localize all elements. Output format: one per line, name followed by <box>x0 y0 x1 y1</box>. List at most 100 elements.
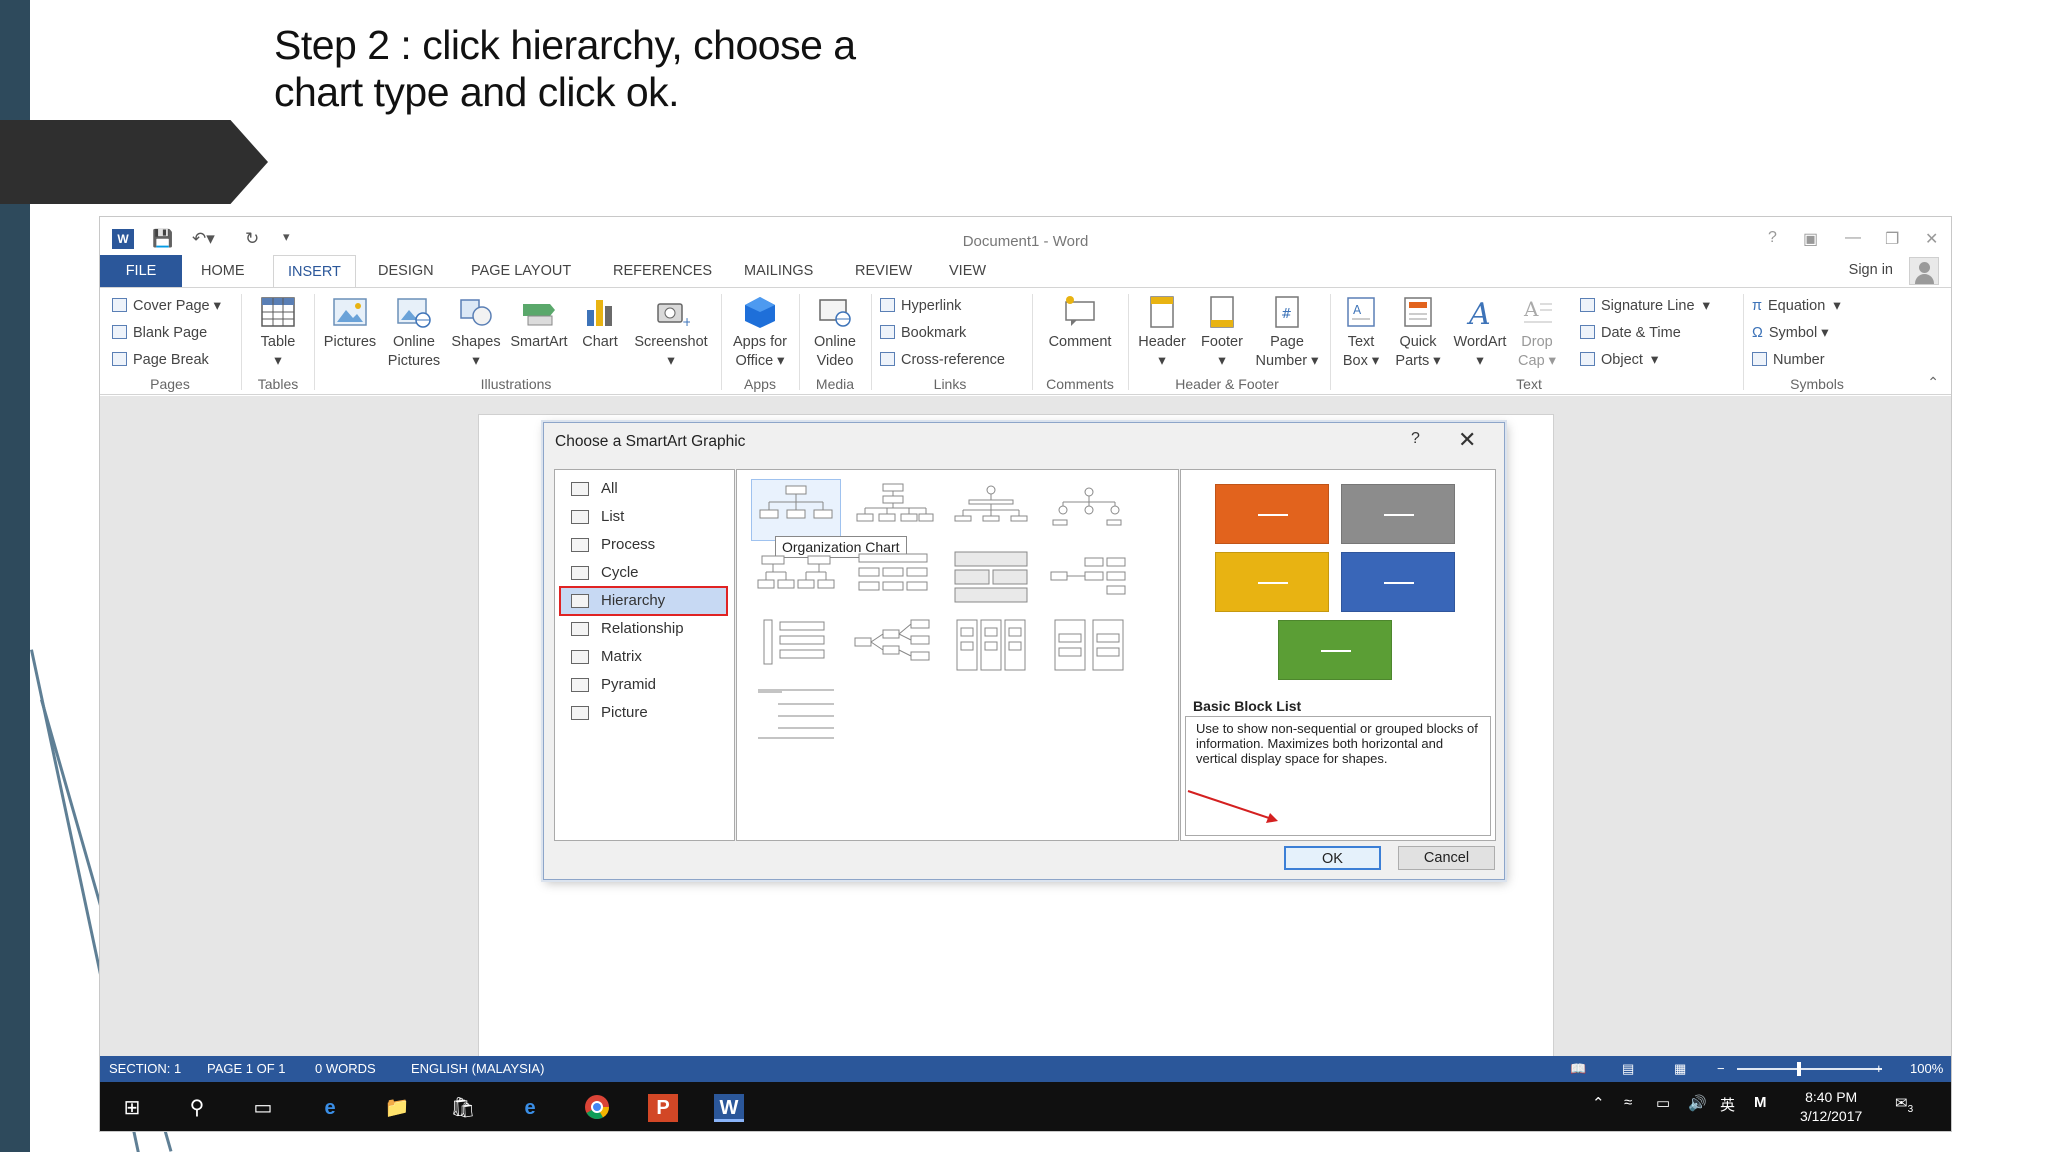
status-language[interactable]: ENGLISH (MALAYSIA) <box>411 1056 544 1082</box>
zoom-out-icon[interactable]: − <box>1717 1056 1725 1082</box>
zoom-in-icon[interactable]: + <box>1875 1056 1883 1082</box>
web-layout-icon[interactable]: ▦ <box>1674 1056 1686 1082</box>
layout-thumbnail[interactable] <box>752 548 840 608</box>
tab-page-layout[interactable]: PAGE LAYOUT <box>457 255 585 287</box>
word-taskbar-icon[interactable]: W <box>714 1094 744 1122</box>
online-video-button[interactable]: Online Video <box>803 294 867 371</box>
text-box-button[interactable]: A Text Box ▾ <box>1334 294 1388 371</box>
dialog-close-button[interactable]: ✕ <box>1458 427 1476 453</box>
cross-reference-button[interactable]: Cross-reference <box>880 352 1005 368</box>
category-cycle[interactable]: Cycle <box>561 560 726 586</box>
windows-start-icon[interactable]: ⊞ <box>117 1094 147 1122</box>
category-hierarchy[interactable]: Hierarchy <box>559 586 728 616</box>
action-center-icon[interactable]: ✉3 <box>1895 1094 1913 1115</box>
drop-cap-button[interactable]: A Drop Cap ▾ <box>1512 294 1562 371</box>
tab-mailings[interactable]: MAILINGS <box>730 255 827 287</box>
task-view-icon[interactable]: ▭ <box>248 1094 278 1122</box>
ribbon-display-options-icon[interactable]: ▣ <box>1803 229 1818 249</box>
tab-view[interactable]: VIEW <box>935 255 1000 287</box>
tab-home[interactable]: HOME <box>187 255 259 287</box>
user-avatar[interactable] <box>1909 257 1939 285</box>
layout-thumbnail[interactable] <box>947 548 1035 608</box>
file-explorer-icon[interactable]: 📁 <box>382 1094 412 1122</box>
number-button[interactable]: Number <box>1752 352 1825 368</box>
layout-thumbnail[interactable] <box>1045 616 1133 676</box>
dialog-help-button[interactable]: ? <box>1411 430 1420 448</box>
tab-review[interactable]: REVIEW <box>841 255 926 287</box>
wordart-button[interactable]: A WordArt ▾ <box>1448 294 1512 371</box>
status-words[interactable]: 0 WORDS <box>315 1056 376 1082</box>
layout-thumbnail[interactable] <box>1045 480 1133 540</box>
search-icon[interactable]: ⚲ <box>182 1094 212 1122</box>
category-picture[interactable]: Picture <box>561 700 726 726</box>
minimize-icon[interactable]: — <box>1845 229 1861 247</box>
chrome-icon[interactable] <box>582 1094 612 1122</box>
battery-icon[interactable]: ▭ <box>1656 1094 1670 1112</box>
signature-line-button[interactable]: Signature Line ▾ <box>1580 298 1710 314</box>
page-break-button[interactable]: Page Break <box>112 352 209 368</box>
layout-thumbnail[interactable] <box>752 684 840 744</box>
symbol-button[interactable]: Ω Symbol ▾ <box>1752 325 1829 341</box>
layout-thumbnail[interactable] <box>1045 548 1133 608</box>
zoom-slider-thumb[interactable] <box>1797 1062 1801 1076</box>
input-method-icon[interactable]: 英 <box>1720 1094 1735 1115</box>
table-button[interactable]: Table ▾ <box>248 294 308 371</box>
store-icon[interactable]: 🛍 <box>448 1094 478 1122</box>
show-hidden-icons-icon[interactable]: ⌃ <box>1592 1094 1605 1112</box>
object-button[interactable]: Object ▾ <box>1580 352 1658 368</box>
layout-thumbnail[interactable] <box>752 616 840 676</box>
bookmark-button[interactable]: Bookmark <box>880 325 966 341</box>
print-layout-icon[interactable]: ▤ <box>1622 1056 1634 1082</box>
category-all[interactable]: All <box>561 476 726 502</box>
category-matrix[interactable]: Matrix <box>561 644 726 670</box>
page-number-button[interactable]: # Page Number ▾ <box>1252 294 1322 371</box>
layout-thumbnail[interactable] <box>947 616 1035 676</box>
status-section[interactable]: SECTION: 1 <box>109 1056 181 1082</box>
hyperlink-button[interactable]: Hyperlink <box>880 298 961 314</box>
layout-thumbnail[interactable] <box>947 480 1035 540</box>
smartart-button[interactable]: SmartArt <box>506 294 572 352</box>
volume-icon[interactable]: 🔊 <box>1688 1094 1707 1112</box>
category-pyramid[interactable]: Pyramid <box>561 672 726 698</box>
header-button[interactable]: Header ▾ <box>1132 294 1192 371</box>
cancel-button[interactable]: Cancel <box>1398 846 1495 870</box>
tab-design[interactable]: DESIGN <box>364 255 448 287</box>
online-pictures-button[interactable]: Online Pictures <box>382 294 446 371</box>
pictures-button[interactable]: Pictures <box>318 294 382 352</box>
network-icon[interactable]: ≈ <box>1624 1094 1632 1111</box>
category-relationship[interactable]: Relationship <box>561 616 726 642</box>
apps-for-office-button[interactable]: Apps for Office ▾ <box>725 294 795 371</box>
close-icon[interactable]: ✕ <box>1925 229 1938 249</box>
shapes-button[interactable]: Shapes ▾ <box>446 294 506 371</box>
status-page[interactable]: PAGE 1 OF 1 <box>207 1056 286 1082</box>
help-icon[interactable]: ? <box>1768 229 1777 247</box>
screenshot-button[interactable]: + Screenshot▾ <box>628 294 714 371</box>
collapse-ribbon-icon[interactable]: ⌃ <box>1927 374 1939 391</box>
blank-page-button[interactable]: Blank Page <box>112 325 207 341</box>
equation-button[interactable]: π Equation ▾ <box>1752 298 1841 314</box>
category-list-item[interactable]: List <box>561 504 726 530</box>
layout-thumbnail[interactable] <box>849 616 937 676</box>
date-time-button[interactable]: Date & Time <box>1580 325 1681 341</box>
read-mode-icon[interactable]: 📖 <box>1570 1056 1586 1082</box>
tab-references[interactable]: REFERENCES <box>599 255 726 287</box>
cover-page-button[interactable]: Cover Page ▾ <box>112 298 221 314</box>
taskbar-clock[interactable]: 8:40 PM 3/12/2017 <box>1800 1088 1862 1126</box>
mail-icon[interactable]: M <box>1754 1094 1767 1111</box>
comment-button[interactable]: Comment <box>1038 294 1122 352</box>
ok-button[interactable]: OK <box>1284 846 1381 870</box>
tab-file[interactable]: FILE <box>100 255 182 287</box>
edge-browser-icon[interactable]: e <box>315 1094 345 1122</box>
layout-thumbnail[interactable] <box>849 548 937 608</box>
internet-explorer-icon[interactable]: e <box>515 1094 545 1122</box>
footer-button[interactable]: Footer ▾ <box>1192 294 1252 371</box>
zoom-level[interactable]: 100% <box>1910 1056 1943 1082</box>
powerpoint-icon[interactable]: P <box>648 1094 678 1122</box>
sign-in-link[interactable]: Sign in <box>1849 262 1893 278</box>
tab-insert[interactable]: INSERT <box>273 255 356 287</box>
category-process[interactable]: Process <box>561 532 726 558</box>
layout-thumbnail[interactable] <box>849 480 937 540</box>
chart-button[interactable]: Chart <box>572 294 628 352</box>
layout-thumbnail[interactable] <box>751 479 841 541</box>
restore-icon[interactable]: ❐ <box>1885 229 1899 249</box>
